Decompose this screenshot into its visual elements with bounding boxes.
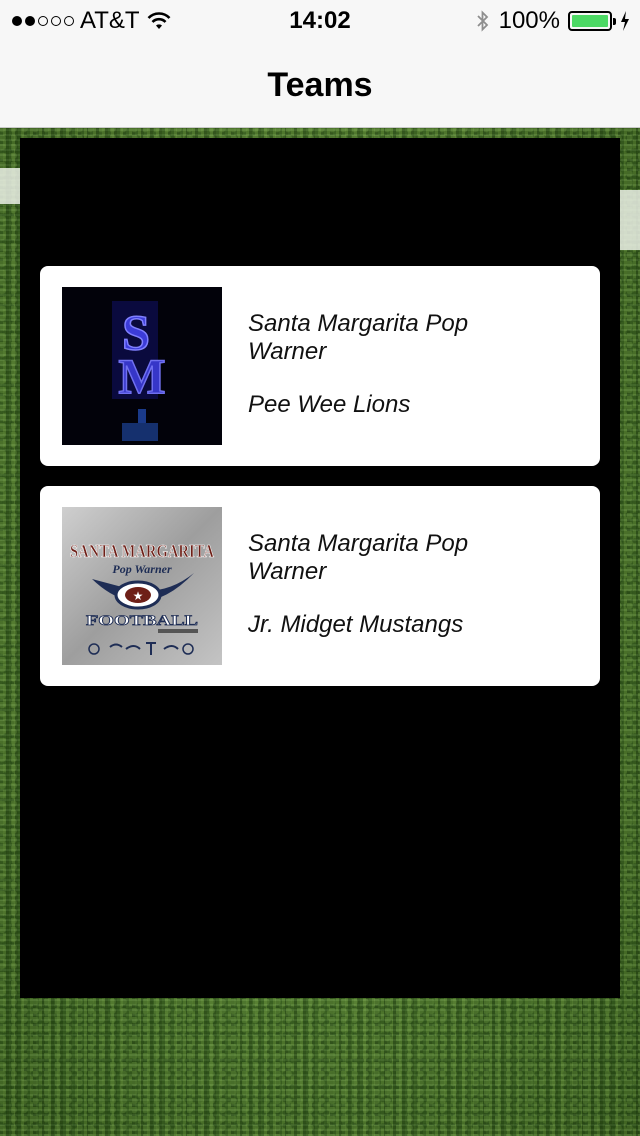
svg-text:M: M — [118, 348, 165, 404]
team-info: Santa Margarita Pop Warner Jr. Midget Mu… — [248, 530, 528, 639]
team-name: Pee Wee Lions — [248, 391, 411, 418]
team-card[interactable]: SANTA MARGARITA Pop Warner ★ FOOTBALL Sa… — [40, 486, 600, 686]
battery-icon — [568, 11, 616, 31]
team-name: Jr. Midget Mustangs — [248, 611, 464, 638]
charging-bolt-icon — [621, 11, 629, 31]
battery-percent: 100% — [498, 7, 560, 34]
logo-line-3: FOOTBALL — [86, 613, 198, 629]
logo-line-2: Pop Warner — [112, 562, 172, 576]
field-yard-line — [620, 190, 640, 250]
svg-text:★: ★ — [133, 589, 144, 603]
pop-warner-football-logo-icon: SANTA MARGARITA Pop Warner ★ FOOTBALL — [62, 507, 222, 665]
status-bar: AT&T 14:02 100% — [0, 0, 640, 40]
bluetooth-icon — [476, 10, 488, 32]
team-organization: Santa Margarita Pop Warner — [248, 310, 469, 365]
teams-list-panel: S M Santa Margarita Pop Warner Pee Wee L… — [20, 138, 620, 998]
status-right: 100% — [475, 7, 630, 35]
page-title: Teams — [267, 66, 373, 104]
field-yard-line — [0, 168, 20, 204]
team-organization: Santa Margarita Pop Warner — [248, 530, 469, 585]
navigation-bar: Teams — [0, 40, 640, 128]
logo-line-1: SANTA MARGARITA — [70, 541, 214, 561]
sm-monogram-logo-icon: S M — [62, 287, 222, 445]
team-info: Santa Margarita Pop Warner Pee Wee Lions — [248, 310, 528, 419]
team-card[interactable]: S M Santa Margarita Pop Warner Pee Wee L… — [40, 266, 600, 466]
